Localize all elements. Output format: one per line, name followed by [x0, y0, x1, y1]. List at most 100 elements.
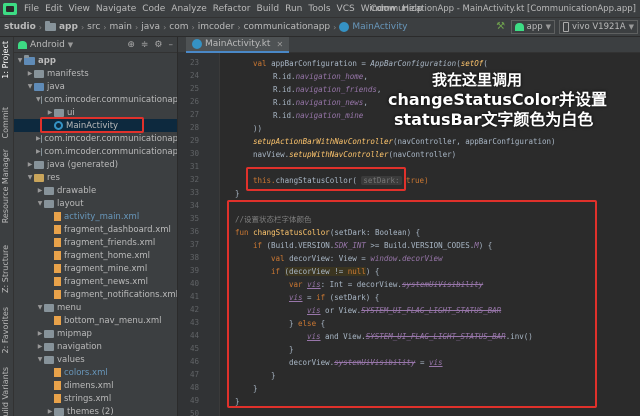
close-icon[interactable]: ✕ — [276, 40, 283, 49]
breadcrumb-com[interactable]: com — [169, 22, 188, 32]
run-config-value: app — [526, 22, 543, 32]
minimize-icon[interactable]: – — [169, 40, 174, 50]
tree-item-values[interactable]: ▼ values — [14, 353, 177, 366]
breadcrumb-java[interactable]: java — [141, 22, 160, 32]
breadcrumb-imcoder[interactable]: imcoder — [198, 22, 235, 32]
android-icon — [514, 23, 524, 31]
tree-item-package[interactable]: ▶ com.imcoder.communicationap — [14, 132, 177, 145]
tree-item-bottom-nav-menu[interactable]: bottom_nav_menu.xml — [14, 314, 177, 327]
tree-item-java[interactable]: ▼ java — [14, 80, 177, 93]
tree-item-dimens[interactable]: dimens.xml — [14, 379, 177, 392]
chevron-right-icon: ▶ — [47, 109, 53, 116]
tool-resource-manager[interactable]: Resource Manager — [1, 149, 10, 223]
call-highlight-box — [246, 167, 406, 191]
tool-structure[interactable]: Z: Structure — [1, 245, 10, 293]
menu-run[interactable]: Run — [282, 4, 305, 14]
tool-build-variants[interactable]: Build Variants — [1, 367, 10, 416]
tree-label: fragment_notifications.xml — [63, 289, 178, 300]
project-header-icons: ⊕ ≑ ⚙ – — [127, 40, 173, 50]
folder-icon — [44, 303, 54, 312]
code-token: (navController, appBarConfiguration) — [392, 137, 556, 146]
folder-icon — [44, 329, 54, 338]
chevron-down-icon: ▼ — [27, 83, 33, 90]
folder-icon — [44, 186, 54, 195]
window-title: CommunicationApp - MainActivity.kt [Comm… — [370, 4, 636, 14]
breadcrumb-mainactivity[interactable]: MainActivity — [352, 22, 407, 32]
menu-view[interactable]: View — [66, 4, 93, 14]
breadcrumb-main[interactable]: main — [110, 22, 133, 32]
tree-item-activity-main[interactable]: activity_main.xml — [14, 210, 177, 223]
chevron-right-icon: ▶ — [37, 330, 43, 337]
tree-item-layout[interactable]: ▼ layout — [14, 197, 177, 210]
line-number: 26 — [189, 97, 199, 106]
line-number: 49 — [189, 396, 199, 405]
tree-label: colors.xml — [64, 367, 108, 378]
menu-vcs[interactable]: VCS — [334, 4, 358, 14]
menu-build[interactable]: Build — [254, 4, 283, 14]
hammer-icon[interactable]: ⚒ — [495, 21, 507, 33]
code-token: navView. — [253, 150, 290, 159]
menu-refactor[interactable]: Refactor — [210, 4, 254, 14]
tree-item-drawable[interactable]: ▶ drawable — [14, 184, 177, 197]
project-view-select[interactable]: Android — [30, 40, 65, 50]
menu-tools[interactable]: Tools — [305, 4, 333, 14]
gear-icon[interactable]: ⚙ — [154, 40, 162, 50]
package-icon — [40, 134, 42, 143]
chevron-right-icon: ▶ — [37, 187, 43, 194]
collapse-icon[interactable]: ≑ — [141, 40, 149, 50]
tree-item-navigation[interactable]: ▶ navigation — [14, 340, 177, 353]
menu-edit[interactable]: Edit — [42, 4, 65, 14]
menu-analyze[interactable]: Analyze — [168, 4, 209, 14]
tool-favorites[interactable]: 2: Favorites — [1, 307, 10, 353]
device-select[interactable]: vivo V1921A ▼ — [559, 20, 638, 34]
line-number: 37 — [189, 240, 199, 249]
add-icon[interactable]: ⊕ — [127, 40, 135, 50]
chevron-right-icon: ▶ — [36, 148, 41, 155]
code-line-24: R.id.navigation_home, — [273, 72, 368, 81]
tab-label: MainActivity.kt — [205, 39, 271, 49]
tree-item-java-generated[interactable]: ▶ java (generated) — [14, 158, 177, 171]
tree-item-fragment-dashboard[interactable]: fragment_dashboard.xml — [14, 223, 177, 236]
breadcrumb-communicationapp[interactable]: communicationapp — [244, 22, 331, 32]
tab-mainactivity[interactable]: MainActivity.kt ✕ — [186, 37, 290, 53]
chevron-right-icon: › — [237, 22, 241, 32]
folder-icon — [54, 407, 64, 416]
tree-item-manifests[interactable]: ▶ manifests — [14, 67, 177, 80]
tree-item-fragment-notifications[interactable]: fragment_notifications.xml — [14, 288, 178, 301]
tree-item-package[interactable]: ▶ com.imcoder.communicationap — [14, 145, 177, 158]
tool-project[interactable]: 1: Project — [1, 41, 10, 79]
toolbar-right: ⚒ app ▼ vivo V1921A ▼ — [495, 20, 638, 34]
tree-item-strings[interactable]: strings.xml — [14, 392, 177, 405]
menu-file[interactable]: File — [21, 4, 42, 14]
tree-item-fragment-mine[interactable]: fragment_mine.xml — [14, 262, 177, 275]
line-number: 23 — [189, 58, 199, 67]
tree-label: values — [57, 354, 85, 365]
xml-file-icon — [54, 394, 61, 403]
menu-navigate[interactable]: Navigate — [93, 4, 139, 14]
tree-item-res[interactable]: ▼ res — [14, 171, 177, 184]
tree-item-app[interactable]: ▼ app — [14, 54, 177, 67]
module-folder-icon — [44, 21, 56, 31]
code-token: appBarConfiguration = — [271, 59, 371, 68]
tree-item-themes[interactable]: ▶ themes (2) — [14, 405, 177, 416]
tree-item-package[interactable]: ▼ com.imcoder.communicationap — [14, 93, 177, 106]
chevron-right-icon: ▶ — [47, 408, 53, 415]
tree-item-fragment-friends[interactable]: fragment_friends.xml — [14, 236, 177, 249]
xml-file-icon — [54, 381, 61, 390]
tree-item-fragment-news[interactable]: fragment_news.xml — [14, 275, 177, 288]
breadcrumb-studio[interactable]: studio — [4, 22, 36, 32]
tool-commit[interactable]: Commit — [1, 107, 10, 138]
run-config-select[interactable]: app ▼ — [510, 20, 556, 34]
chevron-down-icon: ▼ — [67, 40, 74, 49]
breadcrumb-app[interactable]: app — [59, 22, 78, 32]
chevron-right-icon: › — [103, 22, 107, 32]
tree-item-mipmap[interactable]: ▶ mipmap — [14, 327, 177, 340]
xml-file-icon — [54, 277, 61, 286]
tree-item-menu[interactable]: ▼ menu — [14, 301, 177, 314]
menu-code[interactable]: Code — [139, 4, 168, 14]
tree-item-colors[interactable]: colors.xml — [14, 366, 177, 379]
breadcrumb-src[interactable]: src — [87, 22, 100, 32]
editor-tabs: MainActivity.kt ✕ — [178, 37, 640, 53]
phone-icon — [563, 22, 570, 32]
tree-item-fragment-home[interactable]: fragment_home.xml — [14, 249, 177, 262]
